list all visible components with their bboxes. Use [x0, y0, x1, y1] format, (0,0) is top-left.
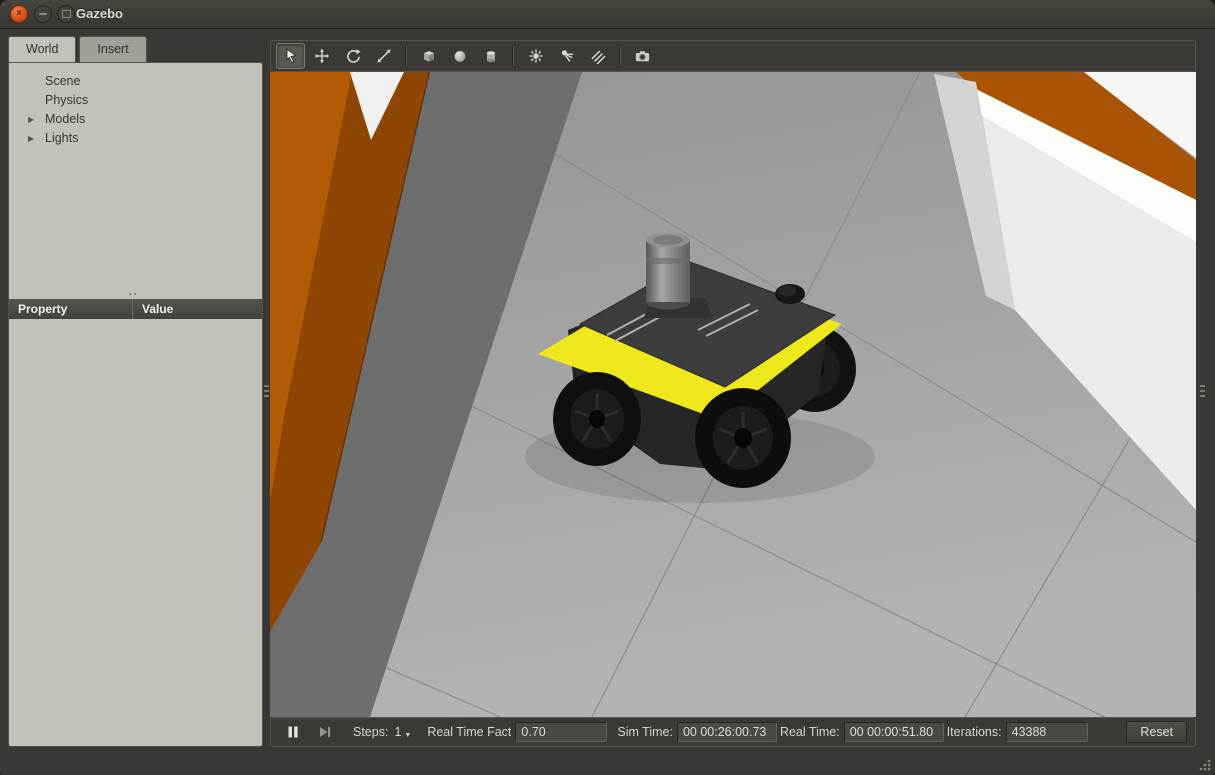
box-icon — [421, 48, 437, 64]
step-forward-icon — [318, 725, 332, 739]
sim-time-label: Sim Time: — [617, 725, 673, 739]
box-button[interactable] — [414, 43, 443, 69]
reset-button[interactable]: Reset — [1126, 721, 1187, 743]
title-bar[interactable]: × Gazebo — [0, 0, 1215, 29]
chevron-down-icon[interactable]: ▼ — [404, 732, 411, 739]
select-tool-button[interactable] — [276, 43, 305, 69]
scale-tool-button[interactable] — [369, 43, 398, 69]
real-time-label: Real Time: — [780, 725, 840, 739]
tree-item-physics[interactable]: Physics — [9, 91, 262, 110]
right-splitter-grip[interactable] — [1200, 385, 1205, 397]
pause-icon — [286, 725, 300, 739]
spot-light-button[interactable] — [552, 43, 581, 69]
tree-item-scene[interactable]: Scene — [9, 72, 262, 91]
tab-world[interactable]: World — [8, 36, 76, 62]
tab-insert[interactable]: Insert — [79, 36, 146, 62]
render-viewport: Steps: 1 ▼ Real Time Fact Sim Time: Real… — [270, 40, 1196, 747]
spot-light-icon — [559, 48, 575, 64]
close-button[interactable]: × — [10, 5, 28, 23]
point-light-button[interactable] — [521, 43, 550, 69]
sphere-button[interactable] — [445, 43, 474, 69]
playback-bar: Steps: 1 ▼ Real Time Fact Sim Time: Real… — [270, 717, 1196, 747]
point-light-icon — [528, 48, 544, 64]
translate-icon — [314, 48, 330, 64]
pause-button[interactable] — [279, 721, 307, 743]
maximize-icon — [62, 10, 71, 18]
property-table-header: Property Value — [9, 299, 262, 319]
translate-tool-button[interactable] — [307, 43, 336, 69]
steps-spinner[interactable]: 1 ▼ — [388, 725, 411, 739]
value-column-header: Value — [133, 299, 173, 319]
sidebar-tabs: World Insert — [8, 36, 150, 62]
world-panel: Scene Physics ▶Models ▶Lights Property V… — [8, 62, 263, 747]
steps-value: 1 — [394, 725, 401, 739]
maximize-button[interactable] — [57, 5, 75, 23]
gazebo-window: × Gazebo World Insert Scene Physics ▶Mod… — [0, 0, 1215, 775]
tree-item-models[interactable]: ▶Models — [9, 110, 262, 129]
cylinder-icon — [483, 48, 499, 64]
sphere-icon — [452, 48, 468, 64]
window-title: Gazebo — [76, 0, 123, 28]
real-time-field[interactable] — [844, 722, 944, 742]
wheel-front-right — [695, 388, 791, 488]
steps-label: Steps: — [353, 725, 388, 739]
rotate-icon — [345, 48, 361, 64]
expander-icon[interactable]: ▶ — [28, 129, 34, 148]
sim-time-field[interactable] — [677, 722, 777, 742]
screenshot-button[interactable] — [628, 43, 657, 69]
directional-light-icon — [590, 48, 606, 64]
real-time-factor-label: Real Time Fact — [427, 725, 511, 739]
directional-light-button[interactable] — [583, 43, 612, 69]
rotate-tool-button[interactable] — [338, 43, 367, 69]
property-column-header: Property — [9, 299, 133, 319]
minimize-icon — [39, 13, 47, 15]
column-resize-grip[interactable] — [129, 293, 137, 295]
scene-canvas[interactable] — [270, 72, 1196, 717]
iterations-field[interactable] — [1006, 722, 1088, 742]
wheel-front-left — [553, 372, 641, 466]
resize-grip[interactable] — [1198, 758, 1212, 772]
cylinder-button[interactable] — [476, 43, 505, 69]
toolbar-separator — [405, 46, 407, 66]
tree-item-lights[interactable]: ▶Lights — [9, 129, 262, 148]
toolbar-separator — [512, 46, 514, 66]
iterations-label: Iterations: — [947, 725, 1002, 739]
camera-icon — [634, 48, 651, 64]
select-arrow-icon — [283, 48, 299, 64]
expander-icon[interactable]: ▶ — [28, 110, 34, 129]
scale-icon — [376, 48, 392, 64]
world-tree: Scene Physics ▶Models ▶Lights — [9, 63, 262, 148]
toolbar-separator — [619, 46, 621, 66]
minimize-button[interactable] — [34, 5, 52, 23]
scene-toolbar — [270, 40, 1196, 72]
left-splitter-grip[interactable] — [264, 385, 269, 397]
step-button[interactable] — [311, 721, 339, 743]
antenna-mount — [775, 284, 805, 304]
real-time-factor-field[interactable] — [515, 722, 607, 742]
